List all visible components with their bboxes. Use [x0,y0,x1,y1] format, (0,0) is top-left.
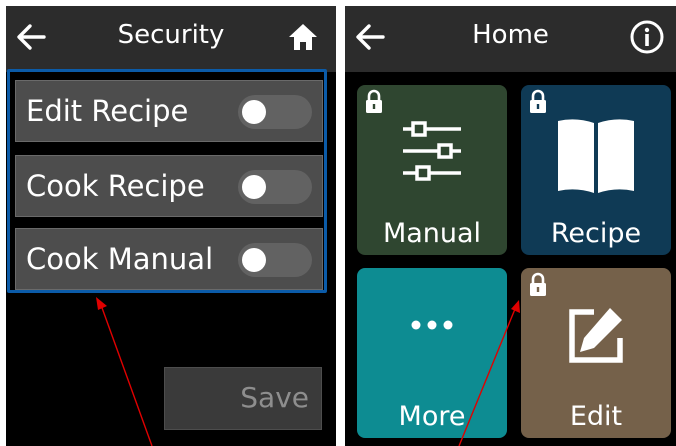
save-button[interactable]: Save [164,367,322,430]
edit-icon [569,308,623,363]
security-item-label: Edit Recipe [26,94,189,128]
security-item-label: Cook Manual [26,242,214,276]
tile-recipe[interactable]: Recipe [521,85,671,255]
sliders-icon [403,121,461,181]
tile-more[interactable]: More [357,268,507,438]
tile-label: Manual [382,218,482,249]
book-icon [558,119,634,193]
home-screen: Home Manual Recipe More Edit [345,6,676,446]
security-item-label: Cook Recipe [26,169,205,203]
security-item-cook-recipe[interactable]: Cook Recipe [15,155,323,217]
tile-manual[interactable]: Manual [357,85,507,255]
home-header: Home [345,6,676,72]
tile-edit[interactable]: Edit [521,268,671,438]
toggle-knob [242,248,266,272]
edit-recipe-toggle[interactable] [238,95,312,129]
security-header: Security [6,6,336,72]
page-title: Home [472,20,549,50]
cook-recipe-toggle[interactable] [238,170,312,204]
info-icon [630,20,664,54]
home-icon [289,24,317,50]
tile-label: More [398,401,466,432]
tile-label: Edit [569,401,623,432]
security-item-edit-recipe[interactable]: Edit Recipe [15,80,323,142]
lock-icon [530,272,546,296]
more-dots-icon [411,320,453,330]
security-options-group: Edit Recipe Cook Recipe Cook Manual [7,69,327,293]
security-screen: Security Edit Recipe Cook Recipe Cook Ma… [6,6,336,446]
tile-label: Recipe [550,218,642,249]
toggle-knob [242,175,266,199]
info-button[interactable] [628,18,666,56]
lock-icon [530,89,546,113]
security-item-cook-manual[interactable]: Cook Manual [15,228,323,290]
toggle-knob [242,100,266,124]
lock-icon [366,89,382,113]
cook-manual-toggle[interactable] [238,243,312,277]
home-button[interactable] [284,18,322,56]
